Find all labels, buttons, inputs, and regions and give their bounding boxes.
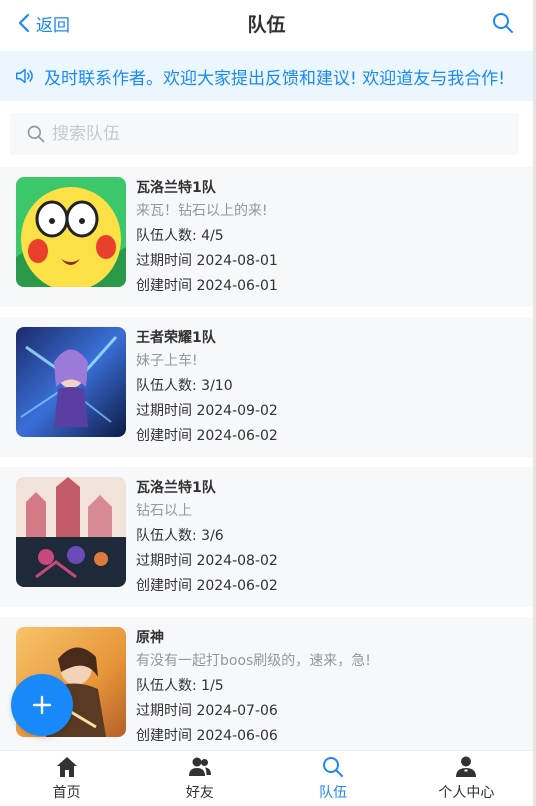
team-description: 来瓦！钻石以上的来! (136, 203, 268, 219)
team-name: 原神 (136, 630, 164, 646)
tab-label: 队伍 (319, 785, 348, 801)
search-icon (27, 125, 45, 143)
team-description: 有没有一起打boos刷级的，速来，急! (136, 653, 371, 669)
tab-profile[interactable]: 个人中心 (400, 751, 533, 806)
team-info: 原神 有没有一起打boos刷级的，速来，急! 队伍人数: 1/5 过期时间 20… (136, 627, 516, 749)
add-team-button[interactable] (11, 674, 73, 736)
volume-icon (16, 68, 33, 84)
team-expire-time: 过期时间 2024-08-01 (136, 253, 278, 269)
back-button[interactable]: 返回 (18, 0, 70, 46)
page-title: 队伍 (247, 13, 286, 36)
tab-home[interactable]: 首页 (0, 751, 133, 806)
team-members: 队伍人数: 3/6 (136, 528, 224, 544)
search-bar (10, 113, 519, 155)
friends-icon (188, 757, 211, 776)
plus-icon (32, 695, 52, 715)
team-create-time: 创建时间 2024-06-02 (136, 428, 278, 444)
notice-text: 及时联系作者。欢迎大家提出反馈和建议! 欢迎道友与我合作! (44, 68, 506, 89)
team-info: 王者荣耀1队 妹子上车! 队伍人数: 3/10 过期时间 2024-09-02 … (136, 327, 516, 449)
back-label: 返回 (36, 15, 70, 36)
user-icon (456, 756, 477, 777)
team-info: 瓦洛兰特1队 钻石以上 队伍人数: 3/6 过期时间 2024-08-02 创建… (136, 477, 516, 599)
tab-label: 好友 (185, 785, 214, 801)
team-description: 钻石以上 (136, 503, 192, 519)
search-icon (323, 757, 344, 777)
team-members: 队伍人数: 4/5 (136, 228, 224, 244)
team-card[interactable]: 瓦洛兰特1队 来瓦！钻石以上的来! 队伍人数: 4/5 过期时间 2024-08… (0, 167, 533, 307)
home-icon (56, 757, 77, 777)
chevron-left-icon (18, 13, 30, 33)
team-members: 队伍人数: 1/5 (136, 678, 224, 694)
tab-friends[interactable]: 好友 (133, 751, 266, 806)
tab-label: 个人中心 (438, 785, 495, 801)
team-info: 瓦洛兰特1队 来瓦！钻石以上的来! 队伍人数: 4/5 过期时间 2024-08… (136, 177, 516, 299)
team-create-time: 创建时间 2024-06-01 (136, 278, 278, 294)
team-create-time: 创建时间 2024-06-06 (136, 728, 278, 744)
tab-team[interactable]: 队伍 (267, 751, 400, 806)
team-avatar (16, 177, 126, 287)
team-members: 队伍人数: 3/10 (136, 378, 233, 394)
team-description: 妹子上车! (136, 353, 198, 369)
team-name: 瓦洛兰特1队 (136, 180, 216, 196)
team-name: 王者荣耀1队 (136, 330, 216, 346)
team-create-time: 创建时间 2024-06-02 (136, 578, 278, 594)
team-avatar (16, 477, 126, 587)
team-expire-time: 过期时间 2024-08-02 (136, 553, 278, 569)
tab-bar: 首页 好友 队伍 个人中心 (0, 750, 533, 806)
team-expire-time: 过期时间 2024-09-02 (136, 403, 278, 419)
notice-bar: 及时联系作者。欢迎大家提出反馈和建议! 欢迎道友与我合作! (0, 51, 533, 101)
search-input[interactable] (52, 124, 472, 144)
team-card[interactable]: 瓦洛兰特1队 钻石以上 队伍人数: 3/6 过期时间 2024-08-02 创建… (0, 467, 533, 607)
team-expire-time: 过期时间 2024-07-06 (136, 703, 278, 719)
team-card[interactable]: 王者荣耀1队 妹子上车! 队伍人数: 3/10 过期时间 2024-09-02 … (0, 317, 533, 457)
tab-label: 首页 (52, 785, 81, 801)
team-card[interactable]: 原神 有没有一起打boos刷级的，速来，急! 队伍人数: 1/5 过期时间 20… (0, 617, 533, 757)
team-avatar (16, 327, 126, 437)
nav-bar: 返回 队伍 (0, 0, 533, 46)
team-name: 瓦洛兰特1队 (136, 480, 216, 496)
search-icon[interactable] (491, 11, 515, 35)
search-box (10, 113, 519, 155)
app-root: 返回 队伍 及时联系作者。欢迎大家提出反馈和建议! 欢迎道友与我合作! 搜索队伍… (0, 0, 536, 806)
